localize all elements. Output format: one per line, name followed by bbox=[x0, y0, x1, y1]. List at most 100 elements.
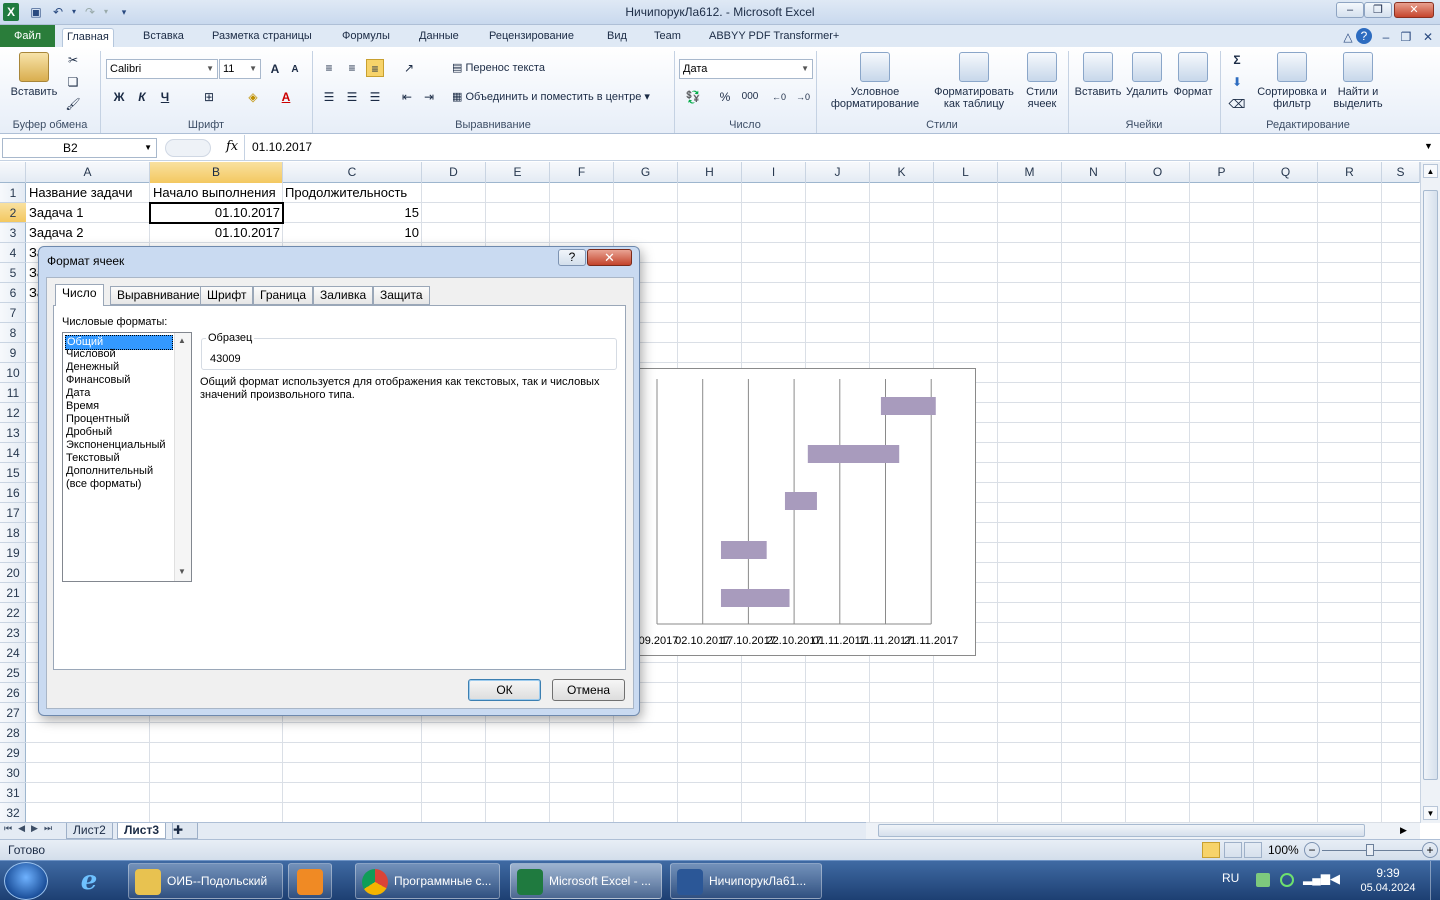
cancel-button[interactable]: Отмена bbox=[552, 679, 625, 701]
sheet-tab-list2[interactable]: Лист2 bbox=[66, 823, 113, 839]
gantt-chart[interactable]: .09.2017 02.10.2017 17.10.2017 22.10.2017 01… bbox=[634, 368, 976, 656]
row-header[interactable]: 19 bbox=[0, 543, 26, 563]
copy-icon[interactable]: ❏ bbox=[64, 73, 82, 91]
clear-icon[interactable]: ⌫ bbox=[1228, 95, 1246, 113]
tab-protection[interactable]: Защита bbox=[373, 286, 430, 305]
sheet-tab-list3[interactable]: Лист3 bbox=[117, 823, 167, 839]
row-header[interactable]: 5 bbox=[0, 263, 26, 283]
list-item[interactable]: Денежный bbox=[65, 361, 120, 374]
scroll-up-icon[interactable]: ▲ bbox=[1423, 164, 1438, 178]
fill-color-icon[interactable]: ◈ bbox=[244, 88, 262, 106]
row-header[interactable]: 16 bbox=[0, 483, 26, 503]
column-header[interactable]: H bbox=[678, 162, 742, 183]
zoom-out-icon[interactable]: − bbox=[1304, 842, 1320, 858]
column-header[interactable]: B bbox=[150, 162, 283, 183]
close-window-button[interactable]: ✕ bbox=[1394, 2, 1434, 18]
row-header[interactable]: 10 bbox=[0, 363, 26, 383]
taskbar-item-excel[interactable]: Microsoft Excel - ... bbox=[510, 863, 662, 899]
align-top-icon[interactable]: ≡ bbox=[320, 59, 338, 77]
row-header[interactable]: 11 bbox=[0, 383, 26, 403]
delete-cells-button[interactable]: Удалить bbox=[1124, 52, 1170, 98]
cell-C1[interactable]: Продолжительность bbox=[282, 183, 421, 203]
name-box-dropdown-icon[interactable]: ▼ bbox=[144, 139, 152, 157]
autosum-button[interactable]: Σ bbox=[1228, 51, 1246, 69]
zoom-slider-thumb[interactable] bbox=[1366, 844, 1374, 856]
dialog-close-button[interactable]: ✕ bbox=[587, 249, 632, 266]
doc-close-icon[interactable]: ✕ bbox=[1420, 29, 1436, 45]
doc-restore-icon[interactable]: ❐ bbox=[1398, 29, 1414, 45]
sheet-nav-arrows-icon[interactable]: ⏮◀▶⏭ bbox=[4, 823, 58, 834]
cell-styles-button[interactable]: Стили ячеек bbox=[1020, 52, 1064, 110]
normal-view-icon[interactable] bbox=[1202, 842, 1220, 858]
column-header[interactable]: F bbox=[550, 162, 614, 183]
scroll-down-icon[interactable]: ▼ bbox=[1423, 806, 1438, 820]
increase-indent-icon[interactable]: ⇥ bbox=[420, 88, 438, 106]
row-header[interactable]: 27 bbox=[0, 703, 26, 723]
row-header[interactable]: 12 bbox=[0, 403, 26, 423]
list-scroll-down-icon[interactable]: ▼ bbox=[178, 567, 186, 576]
orientation-icon[interactable]: ↗ bbox=[400, 59, 418, 77]
column-header[interactable]: J bbox=[806, 162, 870, 183]
row-header[interactable]: 20 bbox=[0, 563, 26, 583]
vertical-scrollbar[interactable]: ▲ ▼ bbox=[1420, 162, 1440, 823]
zoom-level[interactable]: 100% bbox=[1268, 843, 1299, 857]
column-header[interactable]: E bbox=[486, 162, 550, 183]
column-header[interactable]: K bbox=[870, 162, 934, 183]
tab-font[interactable]: Шрифт bbox=[200, 286, 254, 305]
page-layout-view-icon[interactable] bbox=[1224, 842, 1242, 858]
cell-C2[interactable]: 15 bbox=[283, 203, 422, 223]
name-box[interactable]: B2 ▼ bbox=[2, 138, 157, 158]
row-header[interactable]: 25 bbox=[0, 663, 26, 683]
tab-page-layout[interactable]: Разметка страницы bbox=[208, 28, 316, 47]
row-header[interactable]: 17 bbox=[0, 503, 26, 523]
tab-abbyy[interactable]: ABBYY PDF Transformer+ bbox=[705, 28, 843, 47]
row-header[interactable]: 24 bbox=[0, 643, 26, 663]
restore-button[interactable]: ❐ bbox=[1364, 2, 1392, 18]
row-header[interactable]: 7 bbox=[0, 303, 26, 323]
list-item[interactable]: Время bbox=[65, 400, 100, 413]
row-header[interactable]: 31 bbox=[0, 783, 26, 803]
tab-alignment[interactable]: Выравнивание bbox=[110, 286, 207, 305]
select-all-corner[interactable] bbox=[0, 162, 26, 183]
tray-sync-icon[interactable] bbox=[1280, 873, 1294, 887]
currency-icon[interactable]: 💱 bbox=[684, 88, 702, 106]
tab-file[interactable]: Файл bbox=[0, 25, 55, 47]
dialog-help-button[interactable]: ? bbox=[558, 249, 586, 266]
list-item[interactable]: Текстовый bbox=[65, 452, 121, 465]
list-item[interactable]: (все форматы) bbox=[65, 478, 142, 491]
horizontal-scrollbar[interactable]: ▶ bbox=[866, 823, 1420, 839]
ie-icon[interactable]: e bbox=[72, 865, 106, 897]
italic-button[interactable]: К bbox=[133, 88, 151, 106]
row-header[interactable]: 23 bbox=[0, 623, 26, 643]
ok-button[interactable]: ОК bbox=[468, 679, 541, 701]
decrease-indent-icon[interactable]: ⇤ bbox=[398, 88, 416, 106]
font-size-select[interactable]: 11 ▼ bbox=[219, 59, 261, 79]
font-color-icon[interactable]: A bbox=[277, 88, 295, 106]
scroll-right-icon[interactable]: ▶ bbox=[1400, 825, 1407, 836]
help-icon[interactable]: ? bbox=[1356, 28, 1372, 44]
row-header[interactable]: 28 bbox=[0, 723, 26, 743]
expand-formula-icon[interactable]: ▼ bbox=[1424, 141, 1433, 151]
font-name-select[interactable]: Calibri ▼ bbox=[106, 59, 218, 79]
row-header[interactable]: 29 bbox=[0, 743, 26, 763]
list-item[interactable]: Финансовый bbox=[65, 374, 131, 387]
row-header[interactable]: 22 bbox=[0, 603, 26, 623]
list-scroll-up-icon[interactable]: ▲ bbox=[178, 336, 186, 345]
format-cells-button[interactable]: Формат bbox=[1170, 52, 1216, 98]
formula-cancel-enter[interactable] bbox=[165, 139, 211, 157]
underline-button[interactable]: Ч bbox=[156, 88, 174, 106]
column-header[interactable]: I bbox=[742, 162, 806, 183]
align-left-icon[interactable]: ☰ bbox=[320, 88, 338, 106]
row-header[interactable]: 21 bbox=[0, 583, 26, 603]
column-header[interactable]: L bbox=[934, 162, 998, 183]
cell-A2[interactable]: Задача 1 bbox=[26, 203, 150, 223]
shrink-font-icon[interactable]: A bbox=[286, 61, 304, 79]
list-item[interactable]: Экспоненциальный bbox=[65, 439, 167, 452]
insert-cells-button[interactable]: Вставить bbox=[1072, 52, 1124, 98]
row-header[interactable]: 15 bbox=[0, 463, 26, 483]
thousands-button[interactable]: 000 bbox=[738, 88, 762, 106]
cell-A3[interactable]: Задача 2 bbox=[26, 223, 150, 243]
bold-button[interactable]: Ж bbox=[110, 88, 128, 106]
fill-icon[interactable]: ⬇ bbox=[1228, 73, 1246, 91]
row-header[interactable]: 18 bbox=[0, 523, 26, 543]
